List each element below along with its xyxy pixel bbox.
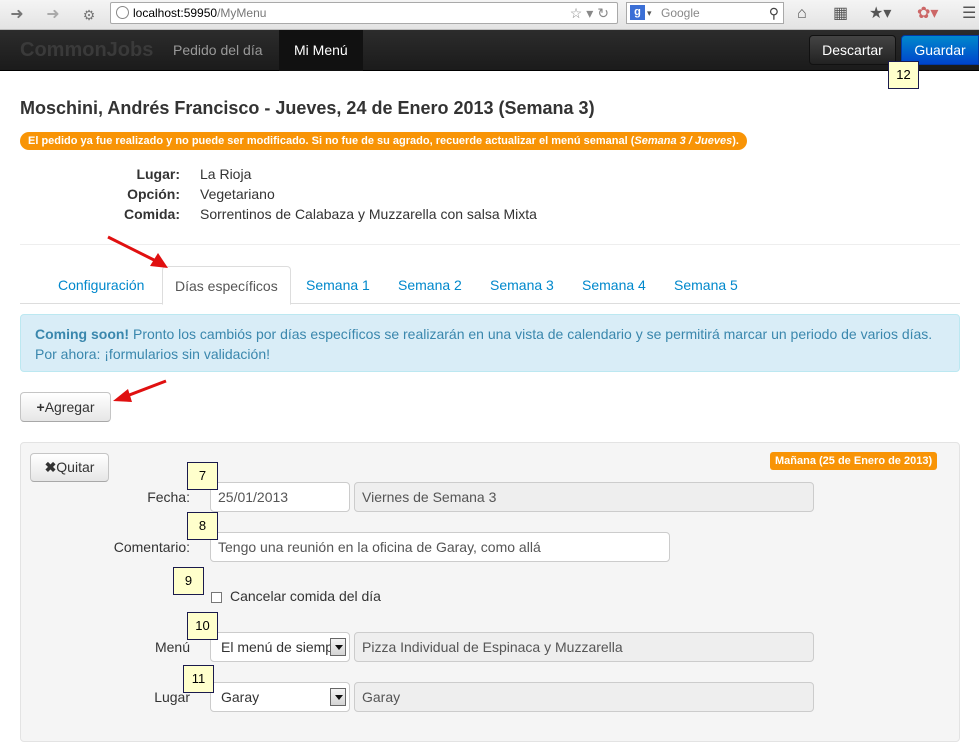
annotation-arrows <box>107 235 168 402</box>
red-arrow-icon <box>107 235 168 268</box>
red-arrow-icon <box>113 379 167 402</box>
